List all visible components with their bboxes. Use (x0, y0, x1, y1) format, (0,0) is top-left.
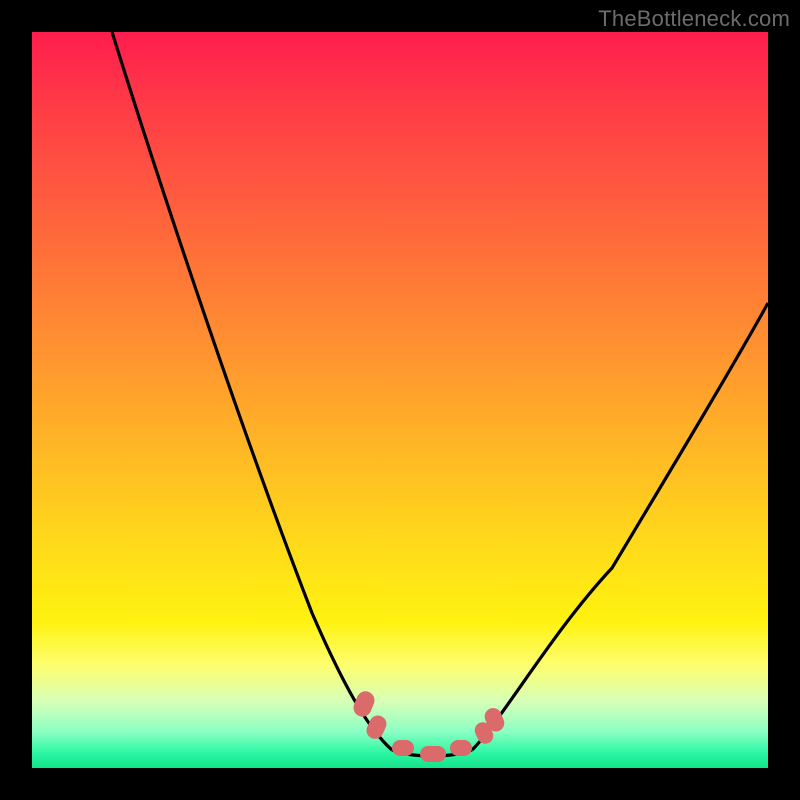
marker-right-1 (472, 720, 496, 747)
curve-valley (392, 750, 472, 756)
curve-right-arm (472, 303, 768, 750)
marker-valley-3 (450, 740, 472, 756)
marker-right-2 (482, 706, 507, 735)
chart-frame: TheBottleneck.com (0, 0, 800, 800)
marker-valley-2 (420, 746, 446, 762)
marker-valley-1 (392, 740, 414, 756)
bottleneck-curve (32, 32, 768, 768)
plot-area (32, 32, 768, 768)
marker-left-1 (351, 689, 377, 720)
watermark-text: TheBottleneck.com (598, 6, 790, 32)
curve-left-arm (112, 32, 392, 750)
valley-markers (351, 689, 507, 762)
marker-left-2 (364, 713, 390, 742)
